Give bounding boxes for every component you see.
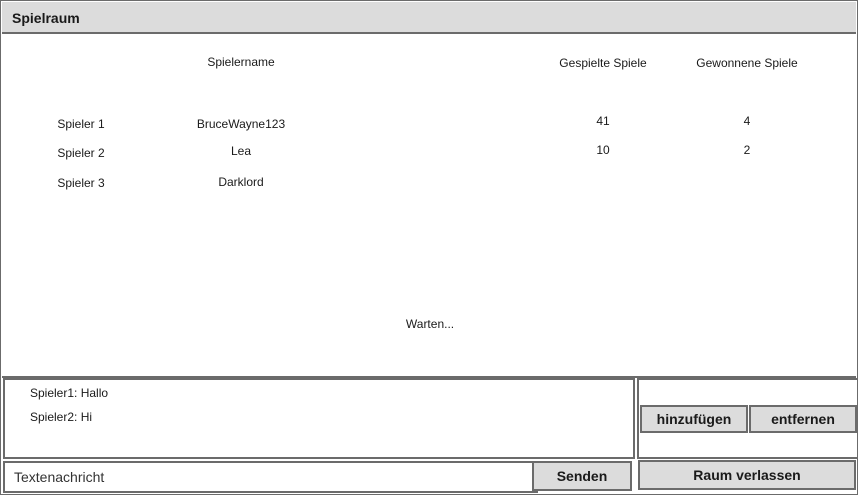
waiting-status: Warten... <box>405 317 455 331</box>
row-2-won: 2 <box>743 143 751 157</box>
row-3-label: Spieler 3 <box>57 176 105 190</box>
row-2-label: Spieler 2 <box>57 146 105 160</box>
remove-player-button[interactable]: entfernen <box>749 405 857 433</box>
chat-log[interactable]: Spieler1: Hallo Spieler2: Hi <box>3 378 635 459</box>
chat-message: Spieler2: Hi <box>30 410 93 424</box>
send-button[interactable]: Senden <box>532 461 632 491</box>
player-table: Spielername Gespielte Spiele Gewonnene S… <box>2 34 856 378</box>
chat-message: Spieler1: Hallo <box>30 386 109 400</box>
player-controls-panel: hinzufügen entfernen <box>637 378 858 459</box>
row-1-won: 4 <box>743 114 751 128</box>
row-3-name: Darklord <box>218 175 264 189</box>
row-1-label: Spieler 1 <box>57 117 105 131</box>
header-games-played: Gespielte Spiele <box>559 56 647 70</box>
message-input[interactable]: Textenachricht <box>3 461 538 493</box>
add-player-button[interactable]: hinzufügen <box>640 405 748 433</box>
title-bar: Spielraum <box>2 2 856 34</box>
spielraum-window: Spielraum Spielername Gespielte Spiele G… <box>0 0 858 495</box>
row-1-played: 41 <box>596 114 610 128</box>
header-games-won: Gewonnene Spiele <box>696 56 798 70</box>
header-player-name: Spielername <box>207 55 275 69</box>
row-1-name: BruceWayne123 <box>196 117 286 131</box>
window-title: Spielraum <box>12 10 80 26</box>
leave-room-button[interactable]: Raum verlassen <box>638 460 856 490</box>
row-2-name: Lea <box>230 144 252 158</box>
row-2-played: 10 <box>596 143 610 157</box>
